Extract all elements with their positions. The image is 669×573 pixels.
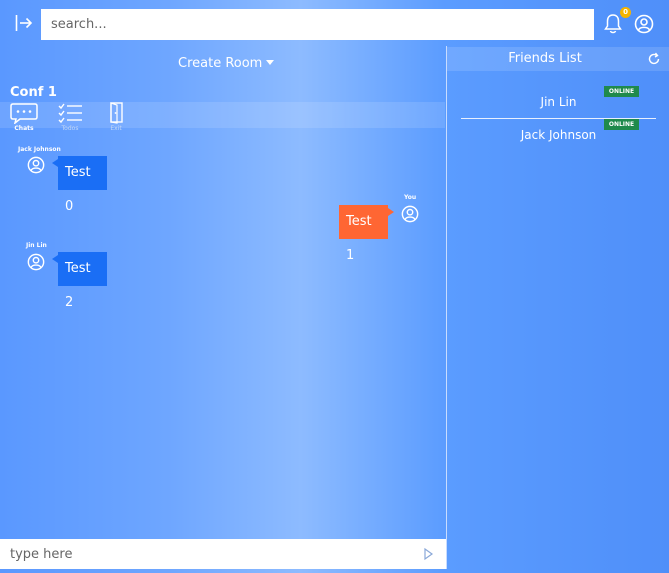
friend-item[interactable]: ONLINE Jin Lin	[461, 86, 656, 118]
friend-item[interactable]: ONLINE Jack Johnson	[461, 119, 656, 151]
friend-name: Jack Johnson	[520, 128, 597, 142]
tab-todos-label: Todos	[61, 125, 79, 132]
checklist-icon	[58, 103, 82, 124]
friend-name: Jin Lin	[540, 95, 577, 109]
friends-header: Friends List	[447, 47, 669, 71]
search-input[interactable]	[41, 9, 594, 40]
tab-todos[interactable]: Todos	[55, 102, 85, 132]
bell-icon[interactable]	[603, 13, 623, 35]
message-bubble: Test 1	[339, 205, 394, 263]
caret-down-icon	[266, 60, 275, 65]
chat-bubble-icon	[10, 103, 38, 124]
notification-badge: 0	[620, 7, 631, 18]
panel-divider	[446, 46, 447, 569]
user-circle-icon[interactable]	[634, 14, 654, 34]
create-room-dropdown[interactable]: Create Room	[178, 56, 275, 71]
message-sender: You	[404, 194, 417, 201]
top-bar: 0	[0, 0, 669, 46]
room-title: Conf 1	[10, 85, 57, 100]
message-input[interactable]	[0, 539, 410, 569]
message-bubble: Test 2	[52, 252, 107, 310]
send-icon	[424, 547, 434, 561]
message-bubble: Test 0	[52, 156, 107, 214]
door-icon	[110, 102, 123, 124]
tab-exit[interactable]: Exit	[101, 102, 131, 132]
friends-title: Friends List	[508, 51, 582, 66]
send-button[interactable]	[410, 539, 446, 569]
tab-chats-label: Chats	[14, 125, 34, 132]
user-avatar-icon	[27, 156, 45, 174]
message-sender: Jack Johnson	[18, 146, 61, 153]
refresh-icon[interactable]	[647, 52, 661, 66]
user-avatar-icon	[27, 253, 45, 271]
tab-chats[interactable]: Chats	[9, 102, 39, 132]
create-room-label: Create Room	[178, 56, 263, 71]
tab-exit-label: Exit	[110, 125, 122, 132]
user-avatar-icon	[401, 205, 419, 223]
message-sender: Jin Lin	[26, 242, 47, 249]
sidebar-toggle-icon[interactable]	[14, 13, 34, 33]
